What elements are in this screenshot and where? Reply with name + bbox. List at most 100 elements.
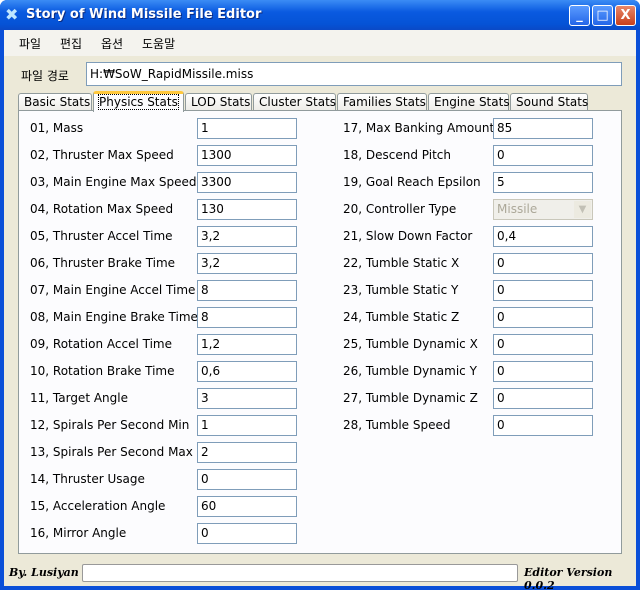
field-value: 0,4: [497, 229, 517, 243]
field-input[interactable]: 0: [493, 253, 593, 274]
field-label: 13, Spirals Per Second Max: [30, 445, 193, 459]
field-label: 18, Descend Pitch: [343, 148, 452, 162]
minimize-button[interactable]: _: [569, 5, 590, 26]
close-button[interactable]: X: [615, 5, 636, 26]
field-label: 10, Rotation Brake Time: [30, 364, 175, 378]
field-input[interactable]: 2: [197, 442, 297, 463]
path-label: 파일 경로: [21, 69, 69, 83]
field-input[interactable]: 0: [493, 280, 593, 301]
menu-help[interactable]: 도움말: [142, 35, 175, 52]
field-value: 3300: [201, 175, 232, 189]
app-window: ✖ Story of Wind Missile File Editor _ □ …: [0, 0, 640, 592]
field-label: 20, Controller Type: [343, 202, 457, 216]
field-label: 11, Target Angle: [30, 391, 128, 405]
field-value: 1,2: [201, 337, 221, 351]
chevron-down-icon[interactable]: ▼: [574, 201, 591, 218]
field-input[interactable]: 0: [493, 334, 593, 355]
app-logo-icon: ✖: [5, 5, 19, 24]
tab-label: Sound Stats: [516, 95, 589, 109]
field-value: 3: [201, 391, 209, 405]
field-value: 2: [201, 445, 209, 459]
tab-sound-stats[interactable]: Sound Stats: [510, 93, 588, 111]
field-input[interactable]: 0: [493, 388, 593, 409]
field-input[interactable]: 1300: [197, 145, 297, 166]
field-value: 8: [201, 310, 209, 324]
field-input[interactable]: 60: [197, 496, 297, 517]
field-input[interactable]: 3,2: [197, 226, 297, 247]
field-label: 08, Main Engine Brake Time: [30, 310, 198, 324]
field-input[interactable]: 0,4: [493, 226, 593, 247]
field-label: 01, Mass: [30, 121, 84, 135]
field-input[interactable]: 0: [493, 145, 593, 166]
tab-engine-stats[interactable]: Engine Stats: [428, 93, 510, 111]
field-label: 09, Rotation Accel Time: [30, 337, 172, 351]
field-value: 1: [201, 121, 209, 135]
field-value: 1: [201, 418, 209, 432]
physics-stats-panel: 01, Mass 1 02, Thruster Max Speed 1300 03, M…: [18, 110, 622, 554]
field-label: 06, Thruster Brake Time: [30, 256, 176, 270]
status-field: [82, 564, 518, 582]
field-label: 03, Main Engine Max Speed: [30, 175, 197, 189]
field-input[interactable]: 5: [493, 172, 593, 193]
field-value: 1300: [201, 148, 232, 162]
field-value: Missile: [497, 202, 538, 216]
field-label: 19, Goal Reach Epsilon: [343, 175, 481, 189]
author-signature: By. Lusiyan: [9, 566, 79, 579]
field-input[interactable]: 0: [493, 307, 593, 328]
field-input[interactable]: 0: [197, 469, 297, 490]
field-label: 15, Acceleration Angle: [30, 499, 166, 513]
tab-label: Basic Stats: [24, 95, 91, 109]
menu-options[interactable]: 옵션: [101, 35, 123, 52]
field-value: 60: [201, 499, 217, 513]
field-input[interactable]: 0,6: [197, 361, 297, 382]
field-label: 26, Tumble Dynamic Y: [343, 364, 477, 378]
field-value: 0: [497, 256, 505, 270]
field-value: 0: [497, 418, 505, 432]
window-title: Story of Wind Missile File Editor: [26, 7, 262, 22]
controller-type-select[interactable]: Missile ▼: [493, 199, 593, 220]
field-label: 24, Tumble Static Z: [343, 310, 460, 324]
field-value: 130: [201, 202, 224, 216]
field-label: 04, Rotation Max Speed: [30, 202, 174, 216]
field-value: 0: [201, 472, 209, 486]
tab-physics-stats[interactable]: Physics Stats: [93, 91, 184, 112]
field-label: 17, Max Banking Amount: [343, 121, 495, 135]
maximize-button[interactable]: □: [592, 5, 613, 26]
field-input[interactable]: 0: [197, 523, 297, 544]
field-input[interactable]: 1: [197, 118, 297, 139]
tab-basic-stats[interactable]: Basic Stats: [18, 93, 92, 111]
field-input[interactable]: 3,2: [197, 253, 297, 274]
tab-lod-stats[interactable]: LOD Stats: [185, 93, 252, 111]
field-value: 0: [497, 310, 505, 324]
tab-cluster-stats[interactable]: Cluster Stats: [253, 93, 336, 111]
field-value: 0,6: [201, 364, 221, 378]
path-input[interactable]: H:₩SoW_RapidMissile.miss: [86, 62, 622, 86]
field-input[interactable]: 0: [493, 415, 593, 436]
field-label: 21, Slow Down Factor: [343, 229, 473, 243]
field-value: 0: [497, 364, 505, 378]
client-area: 파일 편집 옵션 도움말 파일 경로 H:₩SoW_RapidMissile.m…: [4, 30, 636, 592]
field-input[interactable]: 0: [493, 361, 593, 382]
title-bar: ✖ Story of Wind Missile File Editor _ □ …: [0, 0, 640, 30]
tab-label: LOD Stats: [191, 95, 251, 109]
tab-label: Physics Stats: [98, 94, 179, 110]
field-input[interactable]: 8: [197, 280, 297, 301]
tab-families-stats[interactable]: Families Stats: [337, 93, 427, 111]
menu-edit[interactable]: 편집: [60, 35, 82, 52]
field-input[interactable]: 3: [197, 388, 297, 409]
field-label: 28, Tumble Speed: [343, 418, 451, 432]
field-label: 12, Spirals Per Second Min: [30, 418, 190, 432]
field-input[interactable]: 3300: [197, 172, 297, 193]
field-value: 0: [497, 283, 505, 297]
field-value: 8: [201, 283, 209, 297]
field-label: 14, Thruster Usage: [30, 472, 145, 486]
field-value: 3,2: [201, 256, 221, 270]
field-input[interactable]: 8: [197, 307, 297, 328]
status-bar: By. Lusiyan Editor Version 0.0.2: [4, 562, 636, 592]
menu-file[interactable]: 파일: [19, 35, 41, 52]
field-value: 0: [497, 337, 505, 351]
field-input[interactable]: 85: [493, 118, 593, 139]
field-input[interactable]: 1: [197, 415, 297, 436]
field-input[interactable]: 1,2: [197, 334, 297, 355]
field-input[interactable]: 130: [197, 199, 297, 220]
